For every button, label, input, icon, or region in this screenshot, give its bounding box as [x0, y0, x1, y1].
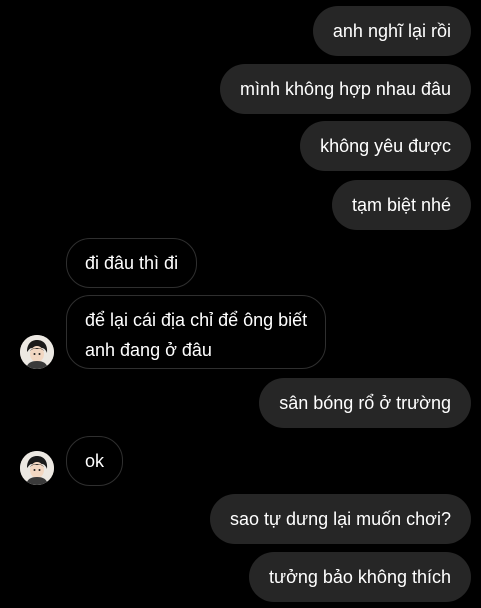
sent-message-bubble[interactable]: anh nghĩ lại rồi	[312, 6, 471, 56]
sent-message-bubble[interactable]: không yêu được	[300, 121, 471, 171]
message-text: anh nghĩ lại rồi	[332, 21, 451, 41]
avatar-icon	[20, 335, 54, 369]
sent-message-bubble[interactable]: mình không hợp nhau đâu	[220, 64, 471, 114]
message-text: mình không hợp nhau đâu	[240, 79, 451, 99]
message-text: tạm biệt nhé	[351, 195, 451, 215]
contact-avatar[interactable]	[20, 451, 54, 485]
message-text: tưởng bảo không thích	[269, 567, 451, 587]
received-message-bubble[interactable]: để lại cái địa chỉ để ông biết anh đang …	[66, 295, 327, 369]
sent-message-bubble[interactable]: tưởng bảo không thích	[249, 552, 471, 602]
sent-message-bubble[interactable]: tạm biệt nhé	[331, 180, 471, 230]
message-text: sao tự dưng lại muốn chơi?	[229, 509, 451, 529]
avatar-icon	[20, 451, 54, 485]
sent-message-bubble[interactable]: sân bóng rổ ở trường	[259, 378, 471, 428]
received-message-bubble[interactable]: đi đâu thì đi	[66, 238, 198, 288]
received-message-bubble[interactable]: ok	[66, 436, 124, 486]
sent-message-bubble[interactable]: sao tự dưng lại muốn chơi?	[209, 494, 471, 544]
contact-avatar[interactable]	[20, 335, 54, 369]
message-text: ok	[85, 451, 105, 471]
message-text: sân bóng rổ ở trường	[279, 393, 451, 413]
message-text-line: để lại cái địa chỉ để ông biết	[85, 310, 308, 330]
message-text: đi đâu thì đi	[85, 253, 179, 273]
message-text: không yêu được	[320, 136, 451, 156]
message-text-line: anh đang ở đâu	[85, 340, 212, 360]
